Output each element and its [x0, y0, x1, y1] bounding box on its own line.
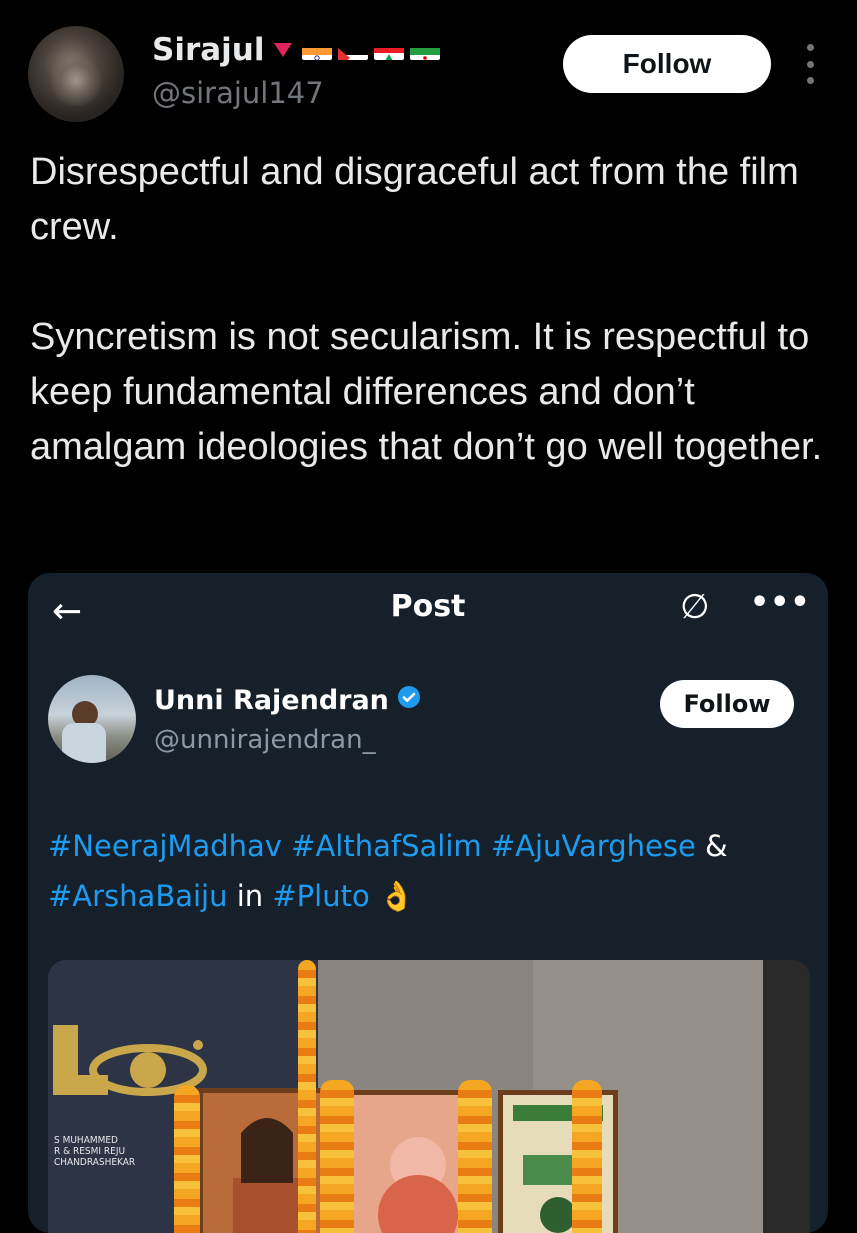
post-paragraph: Disrespectful and disgraceful act from t… [30, 151, 799, 248]
text-in: in [236, 879, 264, 913]
credit-line: R & RESMI REJU [54, 1146, 126, 1157]
author-name-row[interactable]: Sirajul [152, 32, 441, 68]
quoted-author-handle: @unnirajendran_ [154, 725, 376, 755]
ok-hand-emoji: 👌 [378, 879, 416, 913]
wall-shadow [763, 960, 810, 1233]
verified-badge-icon [397, 685, 421, 716]
hashtag: #Pluto [272, 879, 370, 913]
flag-lebanon-icon [374, 40, 405, 60]
more-horizontal-icon: ••• [750, 585, 811, 620]
poster-credits: S MUHAMMED R & RESMI REJU CHANDRASHEKAR [54, 1135, 135, 1168]
quoted-follow-button: Follow [660, 680, 794, 728]
quoted-author-name-row: Unni Rajendran [154, 685, 421, 716]
post-paragraph: Syncretism is not secularism. It is resp… [30, 316, 823, 468]
credit-line: S MUHAMMED [54, 1135, 118, 1146]
flower-garland [174, 1085, 200, 1233]
quoted-author-avatar [48, 675, 136, 763]
grok-icon: ∅ [680, 587, 710, 627]
hashtag: #AjuVarghese [490, 829, 696, 863]
author-name[interactable]: Sirajul [152, 32, 264, 68]
more-vertical-icon[interactable] [800, 44, 820, 84]
flower-garland [458, 1080, 492, 1233]
hashtag: #AlthafSalim [291, 829, 482, 863]
red-triangle-icon [274, 43, 293, 57]
flag-iran-icon [410, 40, 441, 60]
flower-garland [572, 1080, 602, 1233]
embedded-screenshot[interactable]: ← Post ∅ ••• Unni Rajendran @unnirajendr… [28, 573, 828, 1233]
post-photo: S MUHAMMED R & RESMI REJU CHANDRASHEKAR [48, 960, 810, 1233]
flag-india-icon [302, 40, 333, 60]
follow-button[interactable]: Follow [563, 35, 771, 93]
flower-garland [298, 960, 316, 1233]
author-avatar[interactable] [28, 26, 124, 122]
flag-palestine-icon [338, 40, 369, 60]
text-ampersand: & [705, 829, 728, 863]
name-emoji-flags [274, 40, 441, 60]
credit-line: CHANDRASHEKAR [54, 1157, 136, 1168]
hashtag: #NeerajMadhav [48, 829, 282, 863]
quoted-post-text: #NeerajMadhav #AlthafSalim #AjuVarghese … [48, 821, 818, 921]
hashtag: #ArshaBaiju [48, 879, 228, 913]
post-text: Disrespectful and disgraceful act from t… [30, 145, 830, 475]
author-handle[interactable]: @sirajul147 [152, 76, 324, 110]
flower-garland [320, 1080, 354, 1233]
quoted-author-name: Unni Rajendran [154, 685, 389, 716]
